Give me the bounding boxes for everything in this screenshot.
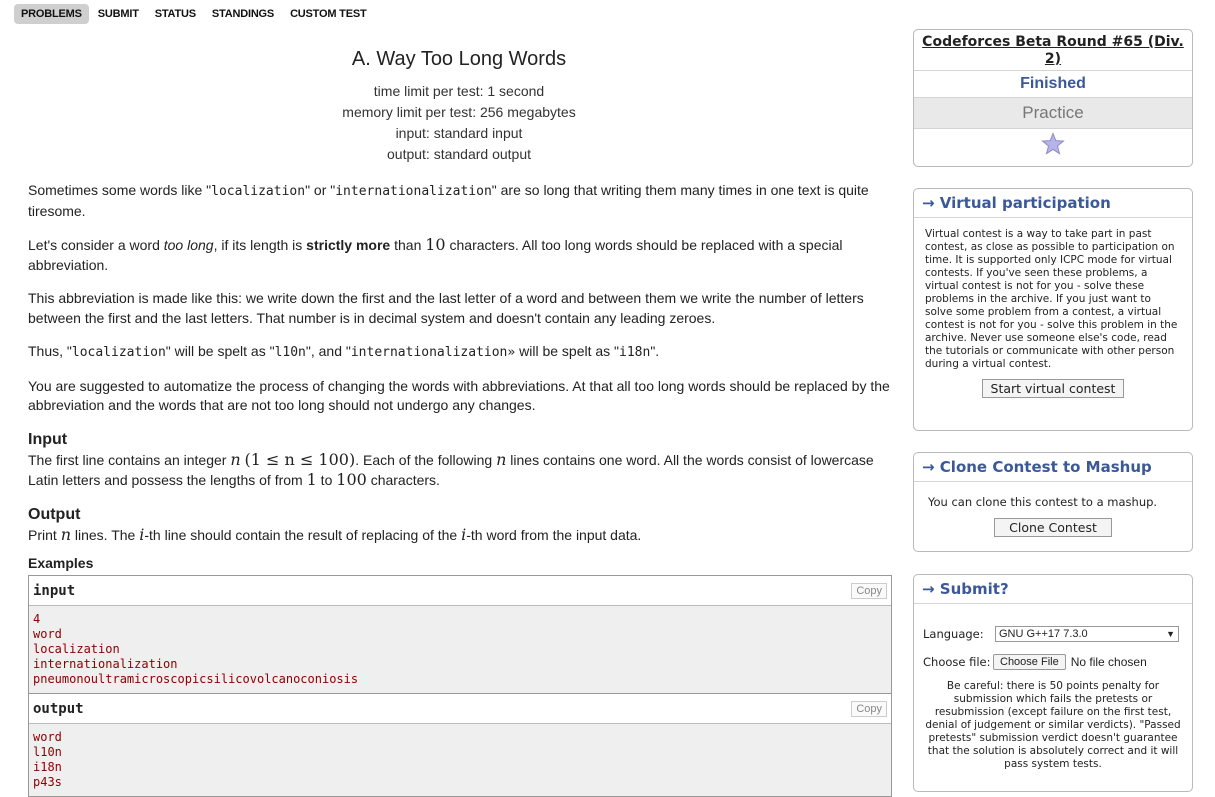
penalty-warning: Be careful: there is 50 points penalty f… [925, 680, 1181, 770]
language-select-value: GNU G++17 7.3.0 [999, 628, 1088, 640]
sample-line: word [33, 627, 62, 641]
output-title: Output [28, 505, 81, 523]
input-section: Input The first line contains an integer… [28, 430, 890, 491]
virtual-participation-title: → Virtual participation [914, 189, 1192, 218]
file-status: No file chosen [1070, 655, 1147, 669]
problem-header: A. Way Too Long Words time limit per tes… [28, 48, 890, 165]
nav-custom-test[interactable]: CUSTOM TEST [283, 4, 373, 24]
contest-box: Codeforces Beta Round #65 (Div. 2) Finis… [913, 29, 1193, 167]
problem-title: A. Way Too Long Words [351, 48, 567, 70]
legend: Sometimes some words like "localization"… [28, 181, 890, 545]
sample-output-label: output [33, 700, 84, 717]
sample-input-header: input Copy [29, 576, 891, 606]
sample-line: l10n [33, 745, 62, 759]
sample-line: pneumonoultramicroscopicsilicovolcanocon… [33, 672, 359, 686]
copy-input-button[interactable]: Copy [851, 582, 887, 599]
paragraph: Thus, "localization" will be spelt as "l… [28, 343, 660, 360]
nav-status[interactable]: STATUS [148, 4, 203, 24]
paragraph: This abbreviation is made like this: we … [28, 290, 864, 326]
input-spec: input: standard input [395, 125, 523, 141]
problem-statement: A. Way Too Long Words time limit per tes… [28, 48, 892, 797]
start-virtual-contest-button[interactable]: Start virtual contest [981, 379, 1125, 398]
contest-name-link[interactable]: Codeforces Beta Round #65 (Div. 2) [914, 30, 1192, 70]
nav-problems[interactable]: PROBLEMS [14, 4, 89, 24]
examples-title: Examples [28, 555, 94, 571]
paragraph: Let's consider a word too long, if its l… [28, 235, 843, 273]
sample-line: 4 [33, 612, 41, 626]
clone-contest-title: → Clone Contest to Mashup [914, 453, 1192, 482]
star-icon [1041, 132, 1065, 155]
clone-contest-box: → Clone Contest to Mashup You can clone … [913, 452, 1193, 552]
sample-output-header: output Copy [29, 694, 891, 724]
sample-tests: input Copy 4 word localization internati… [28, 575, 892, 797]
favourite-star[interactable] [914, 128, 1192, 164]
sample-line: localization [33, 642, 120, 656]
choose-file-button[interactable]: Choose File [993, 654, 1066, 670]
top-nav: PROBLEMS SUBMIT STATUS STANDINGS CUSTOM … [14, 4, 376, 24]
sample-line: p43s [33, 775, 62, 789]
language-label: Language: [923, 626, 984, 641]
memory-limit: memory limit per test: 256 megabytes [342, 104, 576, 120]
virtual-participation-text: Virtual contest is a way to take part in… [925, 228, 1178, 370]
sample-line: word [33, 730, 62, 744]
clone-contest-text: You can clone this contest to a mashup. [928, 495, 1158, 509]
contest-status: Finished [914, 70, 1192, 97]
submit-title: → Submit? [914, 575, 1192, 604]
clone-contest-button[interactable]: Clone Contest [994, 518, 1112, 537]
virtual-participation-box: → Virtual participation Virtual contest … [913, 188, 1193, 431]
sample-input-label: input [33, 582, 76, 599]
dropdown-arrow-icon: ▼ [1166, 629, 1175, 639]
copy-output-button[interactable]: Copy [851, 700, 887, 717]
sample-input: 4 word localization internationalization… [29, 606, 891, 694]
paragraph: Sometimes some words like "localization"… [28, 182, 869, 219]
paragraph: You are suggested to automatize the proc… [28, 377, 890, 414]
input-title: Input [28, 430, 68, 448]
output-section: Output Print n lines. The i-th line shou… [28, 505, 890, 546]
sample-line: internationalization [33, 657, 178, 671]
sample-line: i18n [33, 760, 62, 774]
nav-submit[interactable]: SUBMIT [91, 4, 146, 24]
language-select[interactable]: GNU G++17 7.3.0 ▼ [995, 626, 1179, 642]
nav-standings[interactable]: STANDINGS [205, 4, 281, 24]
submit-box: → Submit? Language: GNU G++17 7.3.0 ▼ Ch… [913, 574, 1193, 792]
output-spec: output: standard output [387, 146, 531, 162]
time-limit: time limit per test: 1 second [373, 83, 545, 99]
sample-output: word l10n i18n p43s [29, 724, 891, 796]
file-label: Choose file: [923, 655, 991, 669]
contest-mode: Practice [914, 97, 1192, 128]
